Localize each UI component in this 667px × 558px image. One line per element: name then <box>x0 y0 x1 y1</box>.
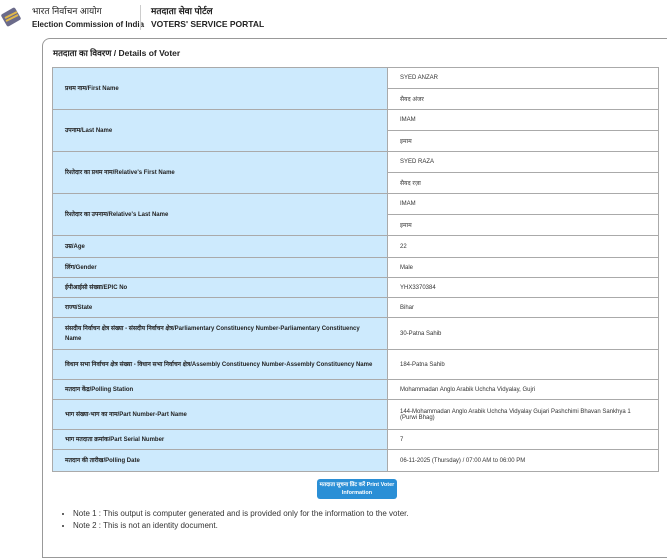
note-item: Note 2 : This is not an identity documen… <box>73 520 409 532</box>
org-name-hindi: भारत निर्वाचन आयोग <box>32 6 102 16</box>
field-value: IMAM <box>387 193 659 215</box>
field-label: प्रथम नाम/First Name <box>52 67 388 110</box>
field-label: उम्र/Age <box>52 235 388 258</box>
site-header: भारत निर्वाचन आयोग Election Commission o… <box>0 0 667 36</box>
table-row: ईपीआईसी संख्या/EPIC No YHX3370384 <box>52 277 659 298</box>
field-value: Male <box>387 257 659 278</box>
field-value: YHX3370384 <box>387 277 659 298</box>
field-label: लिंग/Gender <box>52 257 388 278</box>
table-row: लिंग/Gender Male <box>52 257 659 278</box>
voter-details-table: प्रथम नाम/First Name SYED ANZAR सैयद अंजर उ… <box>52 67 659 472</box>
field-label: विधान सभा निर्वाचन क्षेत्र संख्या - विधा… <box>52 349 388 380</box>
table-row: राज्य/State Bihar <box>52 297 659 318</box>
field-value: 184-Patna Sahib <box>387 349 659 380</box>
notes-list: Note 1 : This output is computer generat… <box>73 508 409 532</box>
field-value: Mohammadan Anglo Arabik Uchcha Vidyalay,… <box>387 379 659 400</box>
card-title: मतदाता का विवरण / Details of Voter <box>53 48 181 58</box>
table-row: मतदान केंद्र/Polling Station Mohammadan A… <box>52 379 659 400</box>
table-row: रिश्तेदार का प्रथम नाम/Relative's First … <box>52 151 659 194</box>
field-value: Bihar <box>387 297 659 318</box>
org-name-english: Election Commission of India <box>32 20 145 29</box>
field-label: राज्य/State <box>52 297 388 318</box>
field-label: भाग संख्या-भाग का नाम/Part Number-Part N… <box>52 399 388 430</box>
field-label: भाग मतदाता क्रमांक/Part Serial Number <box>52 429 388 450</box>
portal-title: मतदाता सेवा पोर्टल VOTERS' SERVICE PORTA… <box>151 5 264 31</box>
table-row: विधान सभा निर्वाचन क्षेत्र संख्या - विधा… <box>52 349 659 380</box>
field-value: सैयद रज़ा <box>387 172 659 194</box>
field-value: 7 <box>387 429 659 450</box>
field-value: SYED RAZA <box>387 151 659 173</box>
portal-name-english: VOTERS' SERVICE PORTAL <box>151 19 265 29</box>
header-divider <box>140 5 141 30</box>
field-label: मतदान केंद्र/Polling Station <box>52 379 388 400</box>
table-row: उपनाम/Last Name IMAM <box>52 109 659 152</box>
field-value: 22 <box>387 235 659 258</box>
field-value: IMAM <box>387 109 659 131</box>
portal-name-hindi: मतदाता सेवा पोर्टल <box>151 6 213 16</box>
table-row: प्रथम नाम/First Name SYED ANZAR <box>52 67 659 110</box>
field-value: 144-Mohammadan Anglo Arabik Uchcha Vidya… <box>387 399 659 430</box>
field-value: 06-11-2025 (Thursday) / 07:00 AM to 06:0… <box>387 449 659 472</box>
field-label: रिश्तेदार का उपनाम/Relative's Last Name <box>52 193 388 236</box>
table-row: संसदीय निर्वाचन क्षेत्र संख्या - संसदीय … <box>52 317 659 350</box>
field-label: रिश्तेदार का प्रथम नाम/Relative's First … <box>52 151 388 194</box>
field-label: उपनाम/Last Name <box>52 109 388 152</box>
field-value: इमाम <box>387 214 659 236</box>
table-row: मतदान की तारीख/Polling Date 06-11-2025 (T… <box>52 449 659 472</box>
note-item: Note 1 : This output is computer generat… <box>73 508 409 520</box>
field-label: मतदान की तारीख/Polling Date <box>52 449 388 472</box>
table-row: भाग संख्या-भाग का नाम/Part Number-Part N… <box>52 399 659 430</box>
voter-details-card: मतदाता का विवरण / Details of Voter प्रथम… <box>42 38 667 558</box>
field-value: 30-Patna Sahib <box>387 317 659 350</box>
eci-logo-icon <box>1 7 21 27</box>
print-voter-information-button[interactable]: मतदाता सूचना प्रिंट करें Print Voter Inf… <box>317 479 397 499</box>
eci-title: भारत निर्वाचन आयोग Election Commission o… <box>32 5 144 31</box>
table-row: भाग मतदाता क्रमांक/Part Serial Number 7 <box>52 429 659 450</box>
field-label: संसदीय निर्वाचन क्षेत्र संख्या - संसदीय … <box>52 317 388 350</box>
table-row: रिश्तेदार का उपनाम/Relative's Last Name I… <box>52 193 659 236</box>
field-label: ईपीआईसी संख्या/EPIC No <box>52 277 388 298</box>
field-value: इमाम <box>387 130 659 152</box>
field-value: सैयद अंजर <box>387 88 659 110</box>
table-row: उम्र/Age 22 <box>52 235 659 258</box>
field-value: SYED ANZAR <box>387 67 659 89</box>
